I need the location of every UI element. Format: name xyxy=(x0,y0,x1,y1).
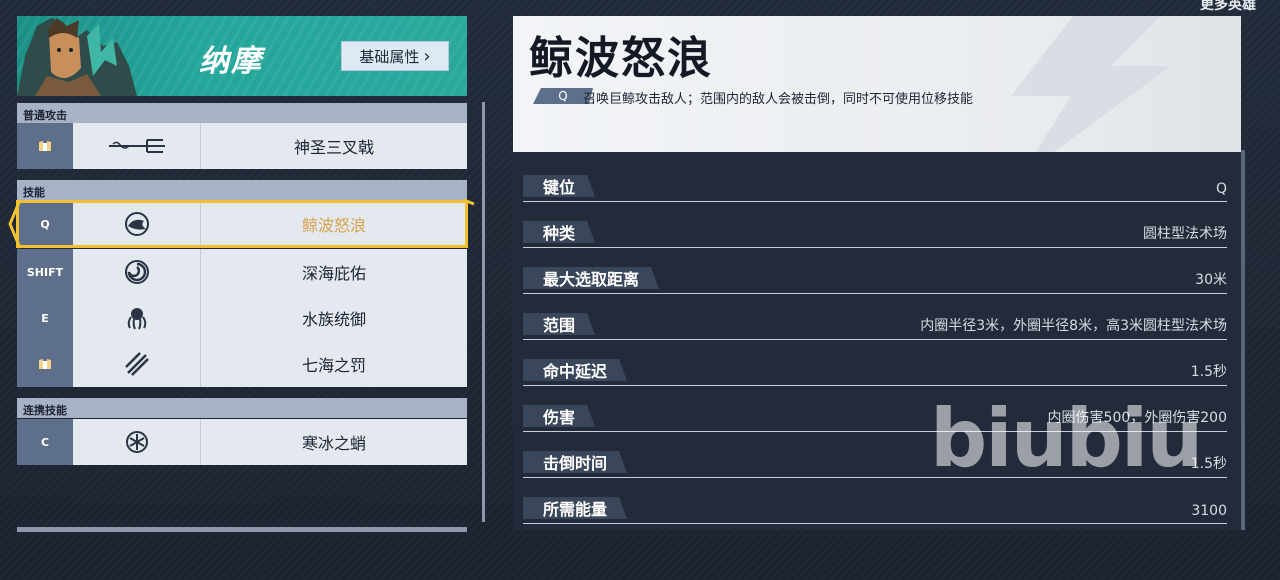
basic-attributes-button[interactable]: 基础属性 › xyxy=(341,41,449,71)
snowflake-icon xyxy=(73,419,201,465)
skill-row-shift[interactable]: SHIFT 深海庇佑 xyxy=(17,249,467,295)
skill-name: 鲸波怒浪 xyxy=(301,216,366,235)
stat-value: 3100 xyxy=(1191,503,1227,519)
detail-header: 鲸波怒浪 Q 召唤巨鲸攻击敌人；范围内的敌人会被击倒，同时不可使用位移技能 xyxy=(513,16,1241,152)
skill-name: 七海之罚 xyxy=(301,356,366,375)
stat-row-max-range: 最大选取距离 30米 xyxy=(523,260,1227,294)
key-badge xyxy=(17,123,73,169)
selection-notch xyxy=(8,199,22,249)
skill-row-e[interactable]: E 水族统御 xyxy=(17,295,467,341)
whale-icon xyxy=(73,201,201,247)
stat-label: 种类 xyxy=(523,221,595,243)
skill-title: 鲸波怒浪 xyxy=(529,33,713,84)
skill-name: 神圣三叉戟 xyxy=(293,138,374,157)
list-bottom-bar xyxy=(17,527,467,532)
key-badge: E xyxy=(17,295,73,341)
key-badge: Q xyxy=(17,201,73,247)
attr-button-label: 基础属性 xyxy=(359,47,420,66)
hero-name: 纳摩 xyxy=(199,44,263,79)
hero-portrait xyxy=(17,18,137,96)
octopus-icon xyxy=(73,295,201,341)
stat-value: 30米 xyxy=(1195,272,1227,288)
stats-table: 键位 Q 种类 圆柱型法术场 最大选取距离 30米 范围 内圈半径3米，外圈半径… xyxy=(513,152,1241,530)
stat-value: 内圈半径3米，外圈半径8米，高3米圆柱型法术场 xyxy=(920,318,1227,334)
stat-value: 圆柱型法术场 xyxy=(1143,226,1227,242)
stat-row-energy-cost: 所需能量 3100 xyxy=(523,490,1227,524)
stat-value: 1.5秒 xyxy=(1190,456,1227,472)
skill-name: 水族统御 xyxy=(301,310,366,329)
stat-row-hit-delay: 命中延迟 1.5秒 xyxy=(523,352,1227,386)
hero-banner: 纳摩 基础属性 › xyxy=(17,16,467,96)
skill-detail-panel: 鲸波怒浪 Q 召唤巨鲸攻击敌人；范围内的敌人会被击倒，同时不可使用位移技能 键位… xyxy=(513,16,1241,530)
skill-name: 寒冰之蛸 xyxy=(301,434,366,453)
ultimate-key-icon xyxy=(39,359,51,369)
skill-description: 召唤巨鲸攻击敌人；范围内的敌人会被击倒，同时不可使用位移技能 xyxy=(583,92,974,107)
stat-row-key: 键位 Q xyxy=(523,168,1227,202)
key-badge xyxy=(17,341,73,387)
stat-label: 键位 xyxy=(523,175,595,197)
section-team-up: 连携技能 xyxy=(17,398,467,418)
skill-row-normal-attack[interactable]: 神圣三叉戟 xyxy=(17,123,467,169)
slash-icon xyxy=(73,341,201,387)
stat-label: 命中延迟 xyxy=(523,359,627,381)
key-badge: SHIFT xyxy=(17,249,73,295)
stat-label: 最大选取距离 xyxy=(523,267,659,289)
stat-row-knockdown-time: 击倒时间 1.5秒 xyxy=(523,444,1227,478)
stat-label: 伤害 xyxy=(523,405,595,427)
stat-label: 范围 xyxy=(523,313,595,335)
stat-row-damage: 伤害 内圈伤害500，外圈伤害200 xyxy=(523,398,1227,432)
stat-value: Q xyxy=(1215,181,1227,197)
stat-row-type: 种类 圆柱型法术场 xyxy=(523,214,1227,248)
scrollbar[interactable] xyxy=(482,102,485,522)
detail-scrollbar[interactable] xyxy=(1241,150,1245,530)
more-heroes-link[interactable]: 更多英雄 xyxy=(1200,0,1256,14)
skill-row-q[interactable]: Q 鲸波怒浪 xyxy=(16,200,468,248)
vortex-icon xyxy=(73,249,201,295)
stat-row-area: 范围 内圈半径3米，外圈半径8米，高3米圆柱型法术场 xyxy=(523,306,1227,340)
stat-label: 所需能量 xyxy=(523,497,627,519)
lightning-bolt-icon xyxy=(1011,16,1171,152)
stat-value: 1.5秒 xyxy=(1190,364,1227,380)
stat-label: 击倒时间 xyxy=(523,451,627,473)
trident-icon xyxy=(73,123,201,169)
primary-attack-icon xyxy=(39,141,51,151)
selection-notch-right xyxy=(463,198,475,206)
skill-row-ultimate[interactable]: 七海之罚 xyxy=(17,341,467,387)
skill-name: 深海庇佑 xyxy=(301,264,366,283)
chevron-right-icon: › xyxy=(423,45,431,67)
skill-row-c[interactable]: C 寒冰之蛸 xyxy=(17,419,467,465)
section-skills: 技能 xyxy=(17,180,467,200)
stat-value: 内圈伤害500，外圈伤害200 xyxy=(1047,410,1227,426)
section-normal-attack: 普通攻击 xyxy=(17,103,467,123)
key-badge: C xyxy=(17,419,73,465)
